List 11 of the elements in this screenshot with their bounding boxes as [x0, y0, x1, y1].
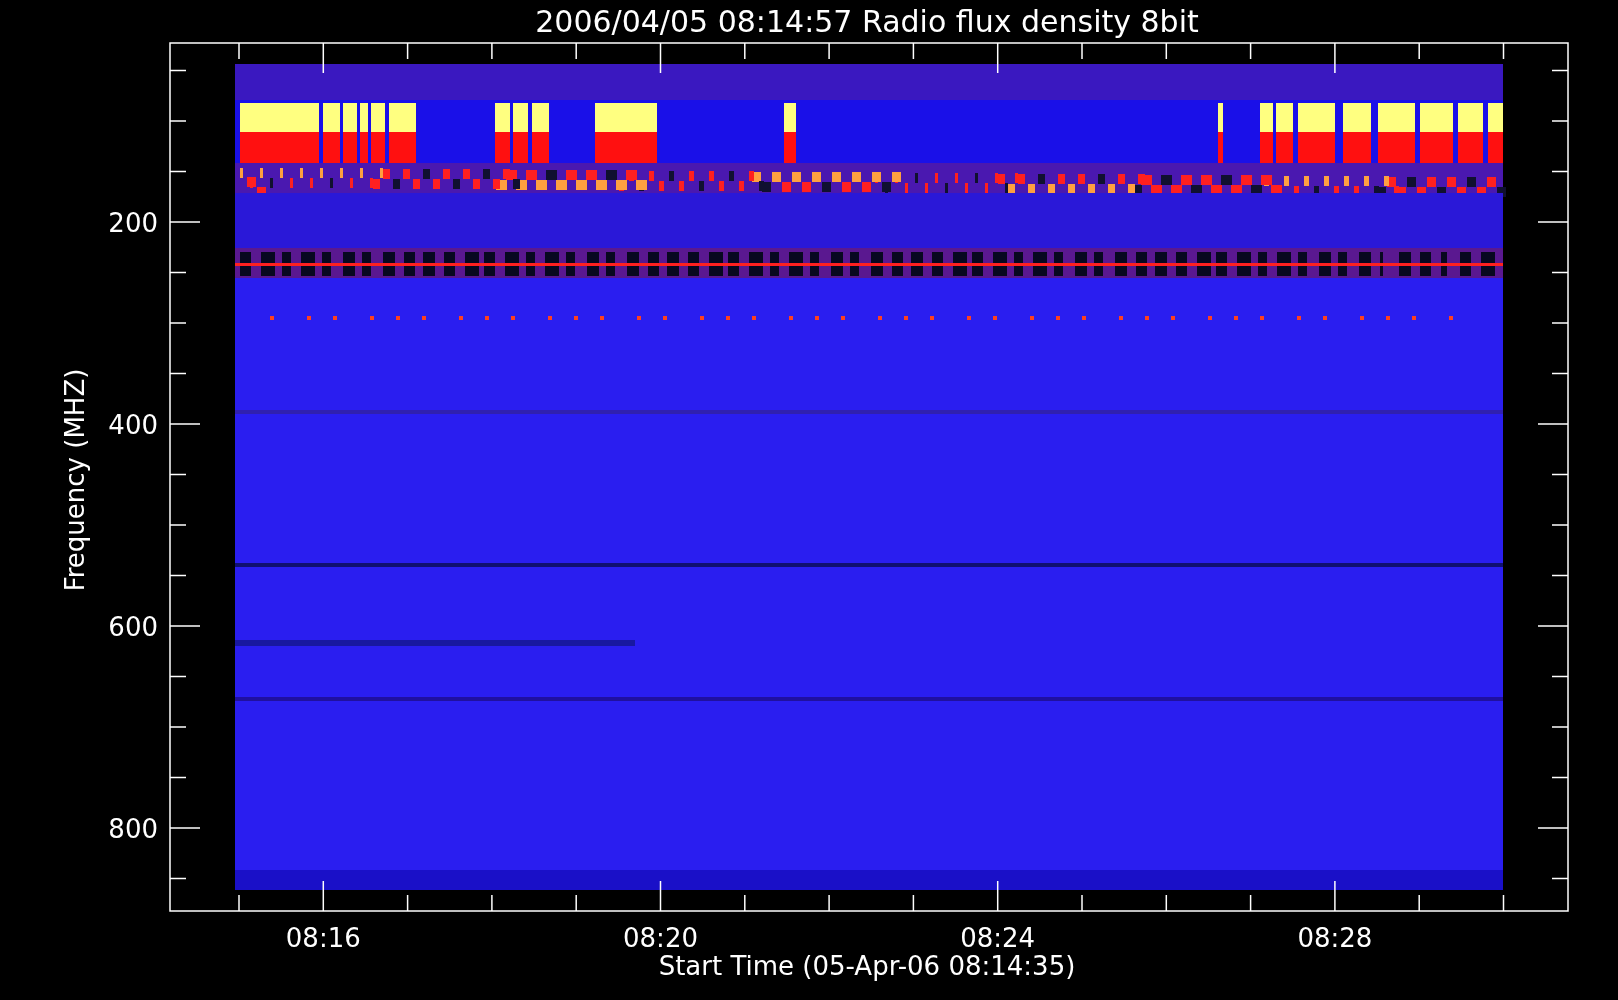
x-axis-label: Start Time (05-Apr-06 08:14:35): [658, 951, 1076, 981]
y-tick-label: 400: [108, 410, 158, 440]
y-tick-label: 800: [108, 814, 158, 844]
y-axis-label: Frequency (MHZ): [60, 368, 90, 592]
y-tick-label: 200: [108, 208, 158, 238]
x-tick-label: 08:20: [623, 923, 698, 953]
plot-title: 2006/04/05 08:14:57 Radio flux density 8bit: [535, 4, 1199, 39]
x-tick-label: 08:16: [285, 923, 361, 953]
x-tick-label: 08:24: [960, 923, 1036, 953]
y-tick-label: 600: [108, 612, 158, 642]
x-tick-label: 08:28: [1297, 923, 1373, 953]
